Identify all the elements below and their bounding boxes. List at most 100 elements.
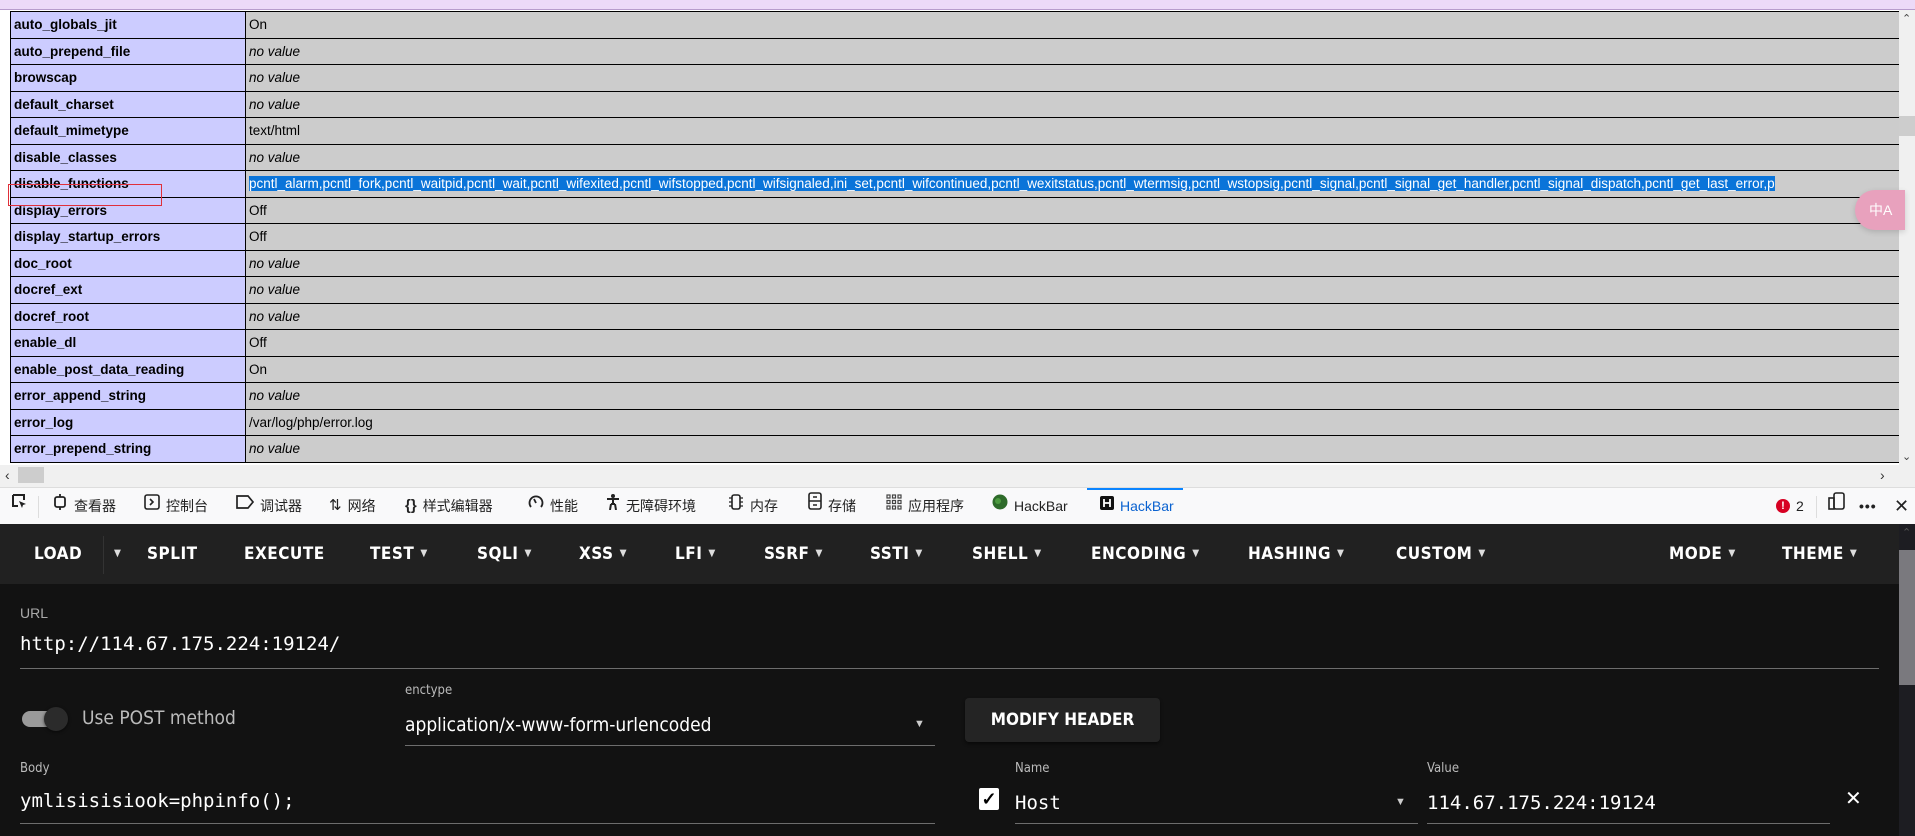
table-row: browscap no value [10,64,1899,92]
directive-name: enable_post_data_reading [10,355,246,383]
header-value-underline [1427,823,1830,824]
menu-divider [103,536,104,574]
braces-icon: {} [405,497,417,514]
memory-chip-icon [728,488,744,524]
caret-down-icon: ▼ [1192,548,1200,559]
load-button[interactable]: LOAD [34,524,82,584]
scrollbar-thumb[interactable] [1899,550,1915,685]
ssti-menu[interactable]: SSTI ▼ [870,524,923,584]
caret-down-icon: ▼ [1728,548,1736,559]
table-row: docref_root no value [10,302,1899,330]
dropdown-caret-icon[interactable]: ▼ [914,718,925,730]
tab-application[interactable]: 应用程序 [886,488,964,524]
remove-header-button[interactable]: ✕ [1845,786,1862,811]
directive-value: no value [245,382,1899,410]
page-horizontal-scrollbar[interactable]: ‹ › [0,465,1915,487]
selected-text[interactable]: pcntl_alarm,pcntl_fork,pcntl_waitpid,pcn… [249,176,1775,192]
caret-down-icon: ▼ [420,548,428,559]
header-enabled-checkbox[interactable]: ✓ [979,788,999,810]
directive-value: no value [245,90,1899,118]
theme-menu[interactable]: THEME ▼ [1782,524,1857,584]
tab-console[interactable]: 控制台 [144,488,208,524]
directive-name: browscap [10,64,246,92]
directive-value: no value [245,143,1899,171]
hashing-menu[interactable]: HASHING ▼ [1248,524,1344,584]
directive-name: auto_prepend_file [10,37,246,65]
post-method-toggle[interactable] [22,707,68,731]
header-name-input[interactable]: Host [1015,792,1061,814]
xss-menu[interactable]: XSS ▼ [579,524,627,584]
encoding-menu[interactable]: ENCODING ▼ [1091,524,1200,584]
directive-value: Off [245,223,1899,251]
error-icon: ! [1776,499,1790,513]
tab-hackbar-2[interactable]: HackBar [1100,488,1174,524]
network-icon: ⇅ [329,497,342,514]
scrollbar-thumb[interactable] [1899,116,1915,136]
body-input[interactable]: ymlisisisiook=phpinfo(); [20,790,295,812]
scroll-up-icon[interactable]: ⌃ [1902,12,1911,25]
scroll-left-icon[interactable]: ‹ [5,467,10,483]
header-name-underline [1015,823,1418,824]
caret-down-icon: ▼ [915,548,923,559]
custom-menu[interactable]: CUSTOM ▼ [1396,524,1486,584]
modify-header-button[interactable]: MODIFY HEADER [965,698,1160,742]
tab-inspector[interactable]: 查看器 [52,488,116,524]
mode-menu[interactable]: MODE ▼ [1669,524,1736,584]
load-dropdown-button[interactable]: ▼ [108,524,121,584]
console-icon [144,488,160,524]
scrollbar-thumb[interactable] [18,467,44,483]
url-label: URL [20,605,49,621]
execute-button[interactable]: EXECUTE [244,524,325,584]
ssrf-menu[interactable]: SSRF ▼ [764,524,823,584]
dropdown-caret-icon[interactable]: ▼ [1395,796,1406,808]
tab-label: 样式编辑器 [422,498,493,514]
page-vertical-scrollbar[interactable]: ⌃ ⌄ [1899,10,1915,465]
error-count-badge[interactable]: ! 2 [1776,488,1804,524]
tab-memory[interactable]: 内存 [728,488,778,524]
responsive-design-button[interactable] [1828,488,1846,524]
table-row: disable_functions pcntl_alarm,pcntl_fork,… [10,170,1899,198]
close-devtools-button[interactable]: ✕ [1894,488,1909,524]
ssrf-label: SSRF [764,544,810,564]
more-options-button[interactable]: ••• [1859,488,1877,524]
tab-label: HackBar [1120,498,1174,514]
url-input[interactable]: http://114.67.175.224:19124/ [20,633,340,655]
header-value-input[interactable]: 114.67.175.224:19124 [1427,792,1656,814]
scroll-up-icon[interactable]: ⌃ [1902,526,1911,539]
test-menu[interactable]: TEST ▼ [370,524,428,584]
browser-top-strip [0,0,1915,10]
tab-label: 应用程序 [908,498,964,514]
directive-value: no value [245,435,1899,463]
lfi-label: LFI [675,544,703,564]
scroll-right-icon[interactable]: › [1880,467,1885,483]
sqli-menu[interactable]: SQLI ▼ [477,524,532,584]
translate-button[interactable]: 中A [1855,190,1905,230]
gauge-icon [528,488,544,524]
enctype-select[interactable]: application/x-www-form-urlencoded [405,714,711,736]
tab-network[interactable]: ⇅ 网络 [329,488,376,524]
caret-down-icon: ▼ [524,548,532,559]
tab-accessibility[interactable]: 无障碍环境 [606,488,696,524]
table-row: error_log/var/log/php/error.log [10,408,1899,436]
caret-down-icon: ▼ [1034,548,1042,559]
hackbar-vertical-scrollbar[interactable]: ⌃ [1899,524,1915,836]
close-icon: ✕ [1845,788,1862,810]
phpinfo-core-table: auto_globals_jit On auto_prepend_file no va… [10,11,1899,463]
tab-element-picker[interactable] [10,488,28,524]
scroll-down-icon[interactable]: ⌄ [1902,450,1911,463]
tab-hackbar-1[interactable]: HackBar [992,488,1068,524]
directive-name: docref_ext [10,276,246,304]
hackbar-green-icon [992,488,1008,524]
lfi-menu[interactable]: LFI ▼ [675,524,716,584]
tab-style-editor[interactable]: {} 样式编辑器 [405,488,493,524]
devtools-toolbar: 查看器 控制台 调试器 ⇅ 网络 {} 样式编辑器 性能 无障碍环境 内存 存储… [0,487,1915,525]
shell-menu[interactable]: SHELL ▼ [972,524,1042,584]
split-button[interactable]: SPLIT [147,524,198,584]
table-row: error_prepend_string no value [10,435,1899,463]
highlight-annotation-box [8,184,162,206]
enctype-label: enctype [405,683,453,698]
tab-performance[interactable]: 性能 [528,488,578,524]
tab-storage[interactable]: 存储 [808,488,856,524]
caret-down-icon: ▼ [1478,548,1486,559]
tab-debugger[interactable]: 调试器 [236,488,302,524]
